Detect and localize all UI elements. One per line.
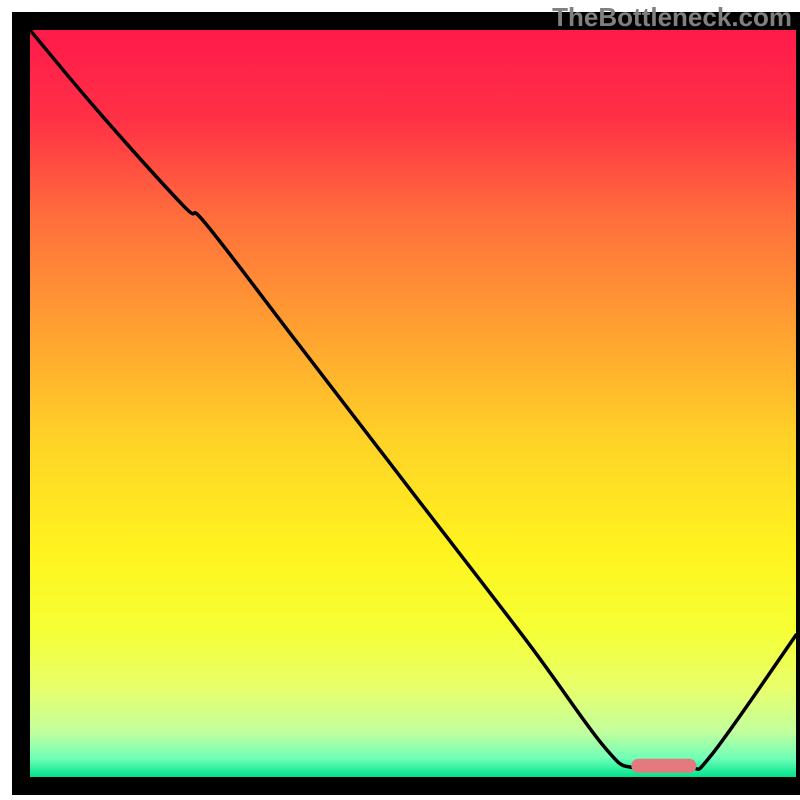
plot-background [30, 30, 796, 777]
bottleneck-chart: TheBottleneck.com [0, 0, 800, 800]
watermark-text: TheBottleneck.com [552, 2, 792, 33]
chart-svg [0, 0, 800, 800]
optimal-zone-marker [631, 759, 696, 773]
